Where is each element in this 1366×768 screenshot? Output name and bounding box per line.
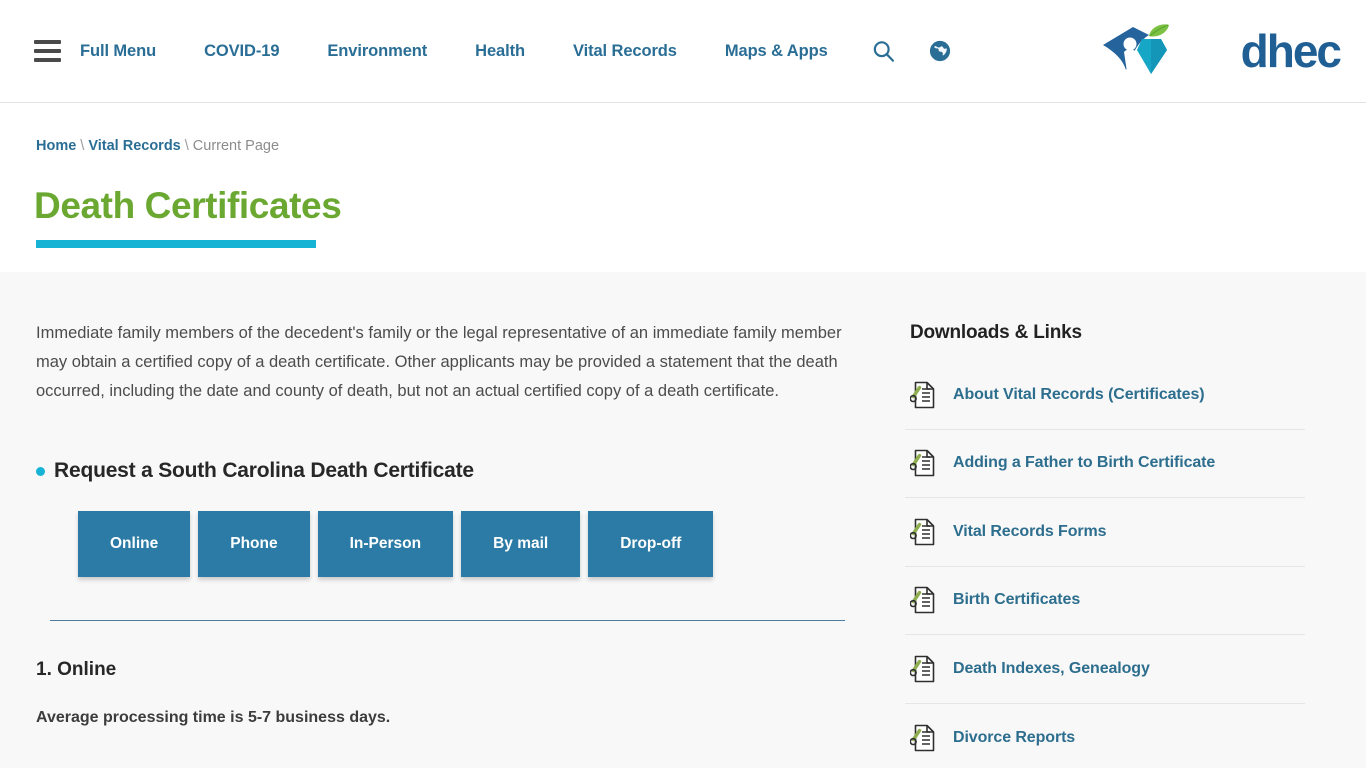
sidebar-item-adding-a-father[interactable]: Adding a Father to Birth Certificate <box>905 430 1305 498</box>
nav-item-full-menu[interactable]: Full Menu <box>80 36 156 67</box>
dhec-logo[interactable]: dhec <box>1093 22 1342 80</box>
nav-item-health[interactable]: Health <box>475 36 525 67</box>
request-method-tabs: Online Phone In-Person By mail Drop-off <box>78 511 905 577</box>
breadcrumb-current: Current Page <box>192 138 280 154</box>
nav-item-covid-19[interactable]: COVID-19 <box>204 36 279 67</box>
nav-item-vital-records[interactable]: Vital Records <box>573 36 677 67</box>
document-link-icon <box>910 724 935 752</box>
sidebar-title: Downloads & Links <box>910 322 1082 343</box>
main-navigation: Full Menu COVID-19 Environment Health Vi… <box>80 36 951 67</box>
method-tab-drop-off[interactable]: Drop-off <box>588 511 714 577</box>
document-link-icon <box>910 449 935 477</box>
title-underline-bar <box>36 239 316 248</box>
dhec-logo-text: dhec <box>1240 25 1342 77</box>
globe-icon[interactable] <box>929 40 951 62</box>
hamburger-icon[interactable] <box>34 40 61 62</box>
downloads-links-list: About Vital Records (Certificates) Addin… <box>905 361 1305 768</box>
nav-item-maps-apps[interactable]: Maps & Apps <box>725 36 828 67</box>
breadcrumb-separator: \ <box>80 138 85 154</box>
request-section-heading: Request a South Carolina Death Certifica… <box>36 459 905 483</box>
document-link-icon <box>910 381 935 409</box>
sidebar-item-label: Vital Records Forms <box>953 522 1107 540</box>
search-icon[interactable] <box>871 39 896 64</box>
main-column: Immediate family members of the decedent… <box>0 272 905 768</box>
sidebar-item-label: Birth Certificates <box>953 591 1081 609</box>
sidebar-item-divorce-reports[interactable]: Divorce Reports <box>905 704 1305 768</box>
sidebar: Downloads & Links About Vital Records (C… <box>905 272 1305 768</box>
sidebar-item-label: About Vital Records (Certificates) <box>953 385 1205 403</box>
sidebar-item-label: Death Indexes, Genealogy <box>953 659 1150 677</box>
breadcrumb-vital-records[interactable]: Vital Records <box>88 138 180 154</box>
document-link-icon <box>910 655 935 683</box>
sidebar-item-birth-certificates[interactable]: Birth Certificates <box>905 567 1305 635</box>
sidebar-item-death-indexes-genealogy[interactable]: Death Indexes, Genealogy <box>905 635 1305 704</box>
breadcrumb-separator: \ <box>184 138 189 154</box>
sidebar-item-label: Adding a Father to Birth Certificate <box>953 454 1216 472</box>
section-divider <box>50 620 845 621</box>
site-header: Full Menu COVID-19 Environment Health Vi… <box>0 0 1366 103</box>
intro-paragraph: Immediate family members of the decedent… <box>36 324 842 400</box>
method-tab-phone[interactable]: Phone <box>198 511 310 577</box>
breadcrumb-home[interactable]: Home <box>36 138 76 154</box>
document-link-icon <box>910 518 935 546</box>
page-title-band: Home \ Vital Records \ Current Page Death Ce… <box>0 103 1366 272</box>
hamburger-bar <box>34 49 61 53</box>
sidebar-item-about-vital-records[interactable]: About Vital Records (Certificates) <box>905 361 1305 430</box>
method-tab-by-mail[interactable]: By mail <box>461 511 581 577</box>
method-tab-in-person[interactable]: In-Person <box>317 511 454 577</box>
sidebar-item-label: Divorce Reports <box>953 728 1076 746</box>
bullet-icon <box>36 466 45 476</box>
method-tab-online[interactable]: Online <box>78 511 191 577</box>
sidebar-item-vital-records-forms[interactable]: Vital Records Forms <box>905 498 1305 567</box>
content-area: Immediate family members of the decedent… <box>0 272 1366 768</box>
hamburger-bar <box>34 40 61 44</box>
breadcrumb: Home \ Vital Records \ Current Page <box>36 139 1366 154</box>
dhec-logo-mark <box>1102 24 1169 74</box>
nav-item-environment[interactable]: Environment <box>327 36 427 67</box>
hamburger-bar <box>34 58 61 62</box>
page-title: Death Certificates <box>34 184 342 226</box>
document-link-icon <box>910 586 935 614</box>
request-section-heading-text: Request a South Carolina Death Certifica… <box>54 459 474 482</box>
step-heading-online: 1. Online <box>36 659 117 680</box>
processing-time-note: Average processing time is 5-7 business … <box>36 709 391 726</box>
